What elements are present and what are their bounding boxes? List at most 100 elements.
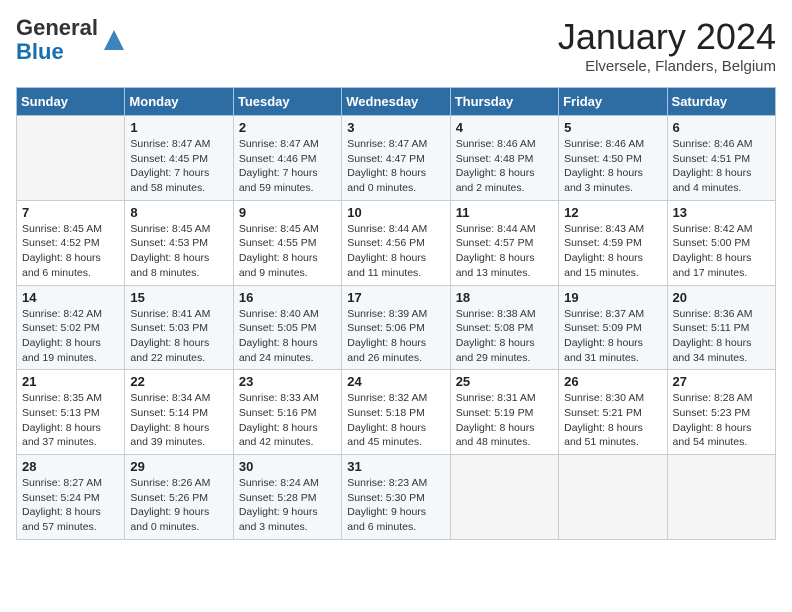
day-cell-0	[17, 116, 125, 201]
weekday-header-thursday: Thursday	[450, 88, 558, 116]
logo-icon	[100, 26, 128, 54]
day-number: 15	[130, 290, 227, 305]
week-row-4: 21 Sunrise: 8:35 AMSunset: 5:13 PMDayligh…	[17, 370, 776, 455]
day-cell-27: 27 Sunrise: 8:28 AMSunset: 5:23 PMDayligh…	[667, 370, 775, 455]
day-number: 23	[239, 374, 336, 389]
day-info: Sunrise: 8:46 AMSunset: 4:50 PMDaylight:…	[564, 137, 661, 196]
logo-general: General	[16, 15, 98, 40]
day-info: Sunrise: 8:24 AMSunset: 5:28 PMDaylight:…	[239, 476, 336, 535]
day-cell-25: 25 Sunrise: 8:31 AMSunset: 5:19 PMDayligh…	[450, 370, 558, 455]
day-number: 10	[347, 205, 444, 220]
day-info: Sunrise: 8:23 AMSunset: 5:30 PMDaylight:…	[347, 476, 444, 535]
day-info: Sunrise: 8:27 AMSunset: 5:24 PMDaylight:…	[22, 476, 119, 535]
day-cell-2: 2Sunrise: 8:47 AMSunset: 4:46 PMDaylight…	[233, 116, 341, 201]
day-cell-6: 6 Sunrise: 8:46 AMSunset: 4:51 PMDaylight…	[667, 116, 775, 201]
day-info: Sunrise: 8:26 AMSunset: 5:26 PMDaylight:…	[130, 476, 227, 535]
day-cell-11: 11 Sunrise: 8:44 AMSunset: 4:57 PMDayligh…	[450, 200, 558, 285]
day-cell-16: 16 Sunrise: 8:40 AMSunset: 5:05 PMDayligh…	[233, 285, 341, 370]
day-number: 16	[239, 290, 336, 305]
day-number: 4	[456, 120, 553, 135]
day-number: 26	[564, 374, 661, 389]
day-number: 31	[347, 459, 444, 474]
day-info: Sunrise: 8:32 AMSunset: 5:18 PMDaylight:…	[347, 391, 444, 450]
week-row-1: 1Sunrise: 8:47 AMSunset: 4:45 PMDaylight…	[17, 116, 776, 201]
day-number: 29	[130, 459, 227, 474]
day-cell-15: 15 Sunrise: 8:41 AMSunset: 5:03 PMDayligh…	[125, 285, 233, 370]
day-cell-17: 17 Sunrise: 8:39 AMSunset: 5:06 PMDayligh…	[342, 285, 450, 370]
day-info: Sunrise: 8:42 AMSunset: 5:02 PMDaylight:…	[22, 307, 119, 366]
day-info: Sunrise: 8:42 AMSunset: 5:00 PMDaylight:…	[673, 222, 770, 281]
page-header: General Blue January 2024 Elversele, Fla…	[16, 16, 776, 75]
weekday-header-saturday: Saturday	[667, 88, 775, 116]
day-number: 6	[673, 120, 770, 135]
day-cell-30: 30 Sunrise: 8:24 AMSunset: 5:28 PMDayligh…	[233, 455, 341, 540]
day-info: Sunrise: 8:34 AMSunset: 5:14 PMDaylight:…	[130, 391, 227, 450]
week-row-5: 28 Sunrise: 8:27 AMSunset: 5:24 PMDayligh…	[17, 455, 776, 540]
day-number: 19	[564, 290, 661, 305]
day-number: 7	[22, 205, 119, 220]
day-number: 8	[130, 205, 227, 220]
location: Elversele, Flanders, Belgium	[558, 58, 776, 75]
logo-text: General Blue	[16, 16, 98, 64]
day-number: 30	[239, 459, 336, 474]
day-number: 9	[239, 205, 336, 220]
day-number: 12	[564, 205, 661, 220]
day-number: 13	[673, 205, 770, 220]
day-number: 24	[347, 374, 444, 389]
day-info: Sunrise: 8:28 AMSunset: 5:23 PMDaylight:…	[673, 391, 770, 450]
day-info: Sunrise: 8:45 AMSunset: 4:52 PMDaylight:…	[22, 222, 119, 281]
day-info: Sunrise: 8:31 AMSunset: 5:19 PMDaylight:…	[456, 391, 553, 450]
day-cell-3: 3 Sunrise: 8:47 AMSunset: 4:47 PMDaylight…	[342, 116, 450, 201]
day-info: Sunrise: 8:41 AMSunset: 5:03 PMDaylight:…	[130, 307, 227, 366]
day-cell-9: 9 Sunrise: 8:45 AMSunset: 4:55 PMDaylight…	[233, 200, 341, 285]
day-info: Sunrise: 8:39 AMSunset: 5:06 PMDaylight:…	[347, 307, 444, 366]
day-cell-19: 19 Sunrise: 8:37 AMSunset: 5:09 PMDayligh…	[559, 285, 667, 370]
day-cell-12: 12 Sunrise: 8:43 AMSunset: 4:59 PMDayligh…	[559, 200, 667, 285]
day-info: Sunrise: 8:46 AMSunset: 4:48 PMDaylight:…	[456, 137, 553, 196]
day-number: 27	[673, 374, 770, 389]
day-number: 3	[347, 120, 444, 135]
day-info: Sunrise: 8:46 AMSunset: 4:51 PMDaylight:…	[673, 137, 770, 196]
month-title: January 2024	[558, 16, 776, 58]
day-info: Sunrise: 8:47 AMSunset: 4:46 PMDaylight:…	[239, 137, 336, 196]
day-info: Sunrise: 8:45 AMSunset: 4:55 PMDaylight:…	[239, 222, 336, 281]
week-row-2: 7 Sunrise: 8:45 AMSunset: 4:52 PMDaylight…	[17, 200, 776, 285]
day-info: Sunrise: 8:37 AMSunset: 5:09 PMDaylight:…	[564, 307, 661, 366]
day-info: Sunrise: 8:45 AMSunset: 4:53 PMDaylight:…	[130, 222, 227, 281]
day-cell-23: 23 Sunrise: 8:33 AMSunset: 5:16 PMDayligh…	[233, 370, 341, 455]
day-number: 17	[347, 290, 444, 305]
day-number: 22	[130, 374, 227, 389]
day-number: 18	[456, 290, 553, 305]
day-cell-32	[450, 455, 558, 540]
day-cell-24: 24 Sunrise: 8:32 AMSunset: 5:18 PMDayligh…	[342, 370, 450, 455]
weekday-header-sunday: Sunday	[17, 88, 125, 116]
day-number: 14	[22, 290, 119, 305]
day-cell-18: 18 Sunrise: 8:38 AMSunset: 5:08 PMDayligh…	[450, 285, 558, 370]
weekday-header-friday: Friday	[559, 88, 667, 116]
weekday-header-tuesday: Tuesday	[233, 88, 341, 116]
day-info: Sunrise: 8:36 AMSunset: 5:11 PMDaylight:…	[673, 307, 770, 366]
day-cell-22: 22 Sunrise: 8:34 AMSunset: 5:14 PMDayligh…	[125, 370, 233, 455]
day-number: 25	[456, 374, 553, 389]
week-row-3: 14 Sunrise: 8:42 AMSunset: 5:02 PMDayligh…	[17, 285, 776, 370]
day-info: Sunrise: 8:44 AMSunset: 4:57 PMDaylight:…	[456, 222, 553, 281]
weekday-header-wednesday: Wednesday	[342, 88, 450, 116]
day-info: Sunrise: 8:38 AMSunset: 5:08 PMDaylight:…	[456, 307, 553, 366]
day-info: Sunrise: 8:47 AMSunset: 4:45 PMDaylight:…	[130, 137, 227, 196]
day-cell-29: 29 Sunrise: 8:26 AMSunset: 5:26 PMDayligh…	[125, 455, 233, 540]
logo-blue: Blue	[16, 39, 64, 64]
day-info: Sunrise: 8:30 AMSunset: 5:21 PMDaylight:…	[564, 391, 661, 450]
day-info: Sunrise: 8:35 AMSunset: 5:13 PMDaylight:…	[22, 391, 119, 450]
calendar-table: SundayMondayTuesdayWednesdayThursdayFrid…	[16, 87, 776, 540]
day-info: Sunrise: 8:40 AMSunset: 5:05 PMDaylight:…	[239, 307, 336, 366]
logo: General Blue	[16, 16, 128, 64]
day-info: Sunrise: 8:47 AMSunset: 4:47 PMDaylight:…	[347, 137, 444, 196]
day-cell-31: 31 Sunrise: 8:23 AMSunset: 5:30 PMDayligh…	[342, 455, 450, 540]
weekday-header-monday: Monday	[125, 88, 233, 116]
day-cell-21: 21 Sunrise: 8:35 AMSunset: 5:13 PMDayligh…	[17, 370, 125, 455]
day-number: 28	[22, 459, 119, 474]
day-info: Sunrise: 8:33 AMSunset: 5:16 PMDaylight:…	[239, 391, 336, 450]
day-info: Sunrise: 8:43 AMSunset: 4:59 PMDaylight:…	[564, 222, 661, 281]
day-number: 11	[456, 205, 553, 220]
day-number: 21	[22, 374, 119, 389]
